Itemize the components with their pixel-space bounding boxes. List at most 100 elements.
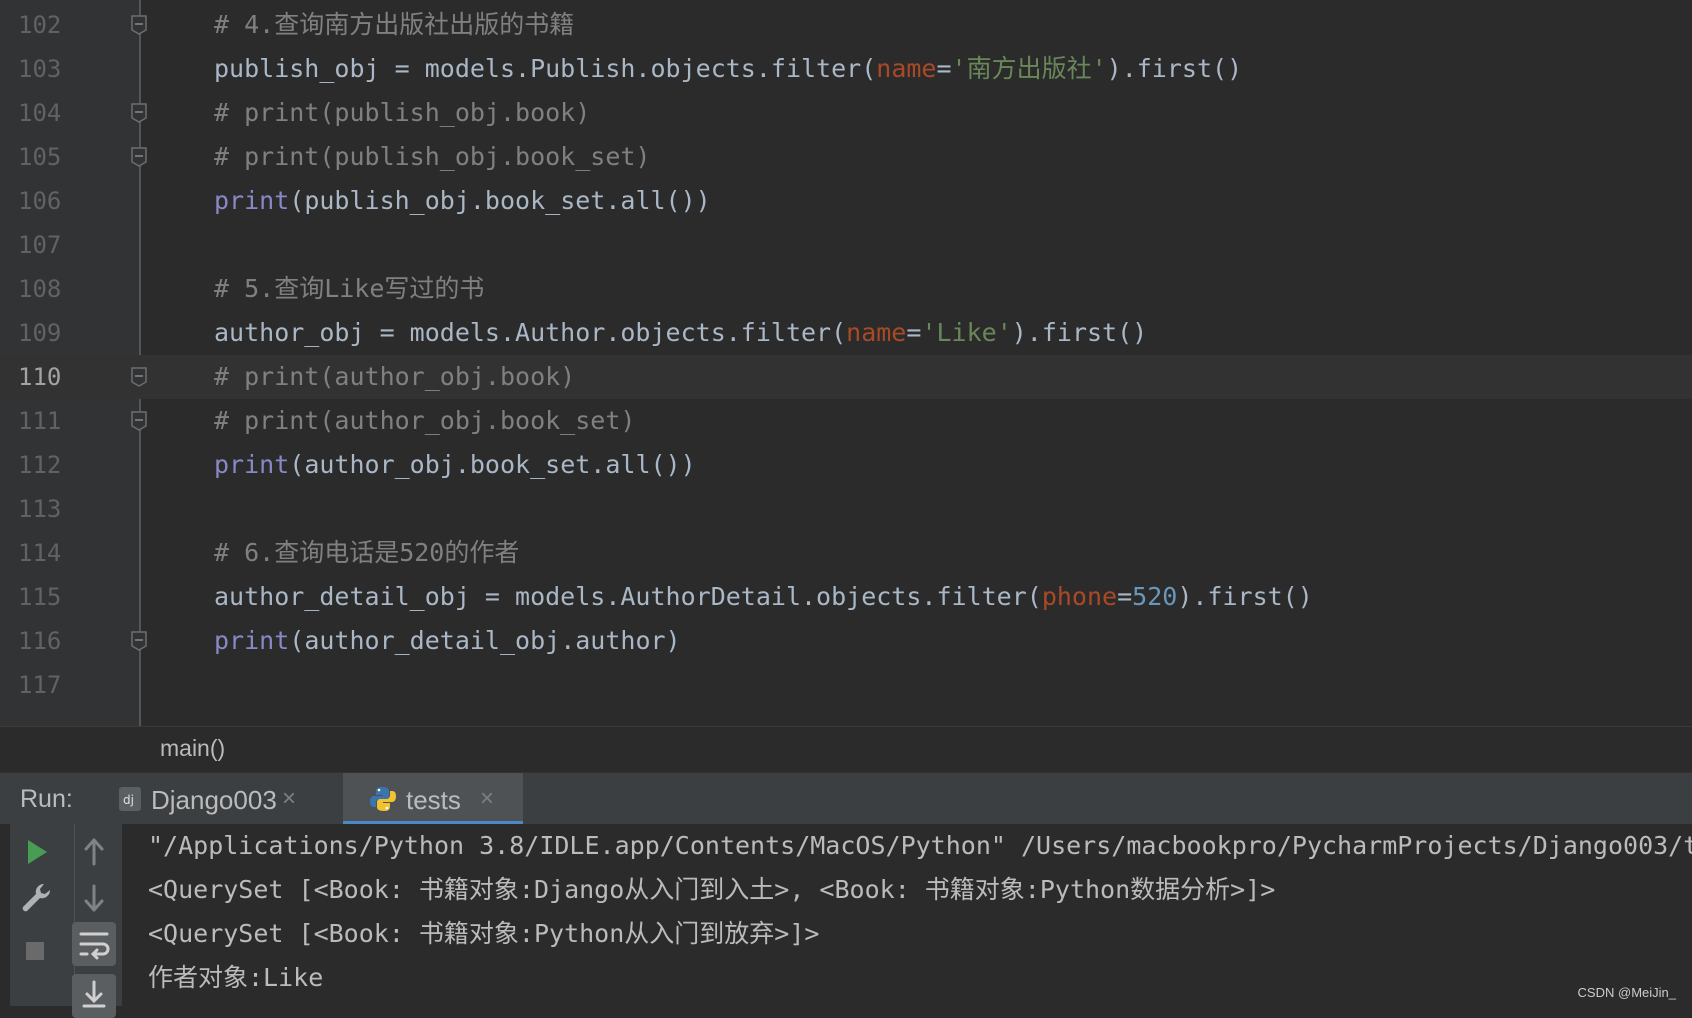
code-text: # print(publish_obj.book_set) [214, 135, 651, 179]
code-token: (author_detail_obj.author) [289, 626, 681, 655]
code-token: author_obj = models.Author.objects.filte… [214, 318, 847, 347]
code-token: = [1117, 582, 1133, 611]
code-token: name [876, 54, 937, 83]
code-token: publish_obj = models.Publish.objects.fil… [214, 54, 877, 83]
line-number: 106 [18, 187, 62, 215]
soft-wrap-icon[interactable] [72, 922, 116, 966]
code-line[interactable]: 106 print(publish_obj.book_set.all()) [0, 179, 1692, 223]
code-text: author_detail_obj = models.AuthorDetail.… [214, 575, 1313, 619]
code-token: author_detail_obj = models.AuthorDetail.… [214, 582, 1042, 611]
line-number: 116 [18, 627, 62, 655]
console-line: <QuerySet [<Book: 书籍对象:Django从入门到入土>, <B… [148, 875, 1276, 904]
arrow-up-icon[interactable] [72, 830, 116, 874]
python-icon [370, 787, 396, 811]
wrench-icon[interactable] [14, 876, 58, 920]
code-line[interactable]: 117 [0, 663, 1692, 707]
code-text: # 5.查询Like写过的书 [214, 267, 484, 311]
code-token: # 4.查询南方出版社出版的书籍 [214, 10, 575, 39]
line-number: 114 [18, 539, 62, 567]
code-token: phone [1041, 582, 1118, 611]
console-line: <QuerySet [<Book: 书籍对象:Python从入门到放弃>]> [148, 919, 820, 948]
fold-icon[interactable] [130, 630, 148, 652]
code-text: publish_obj = models.Publish.objects.fil… [214, 47, 1242, 91]
code-line[interactable]: 116 print(author_detail_obj.author) [0, 619, 1692, 663]
line-number: 117 [18, 671, 62, 699]
code-token: # print(publish_obj.book_set) [214, 142, 651, 171]
code-line[interactable]: 108 # 5.查询Like写过的书 [0, 267, 1692, 311]
tab-django003[interactable]: dj Django003 × [118, 773, 328, 825]
console-line: "/Applications/Python 3.8/IDLE.app/Conte… [148, 831, 1692, 860]
code-text: author_obj = models.Author.objects.filte… [214, 311, 1147, 355]
run-label: Run: [20, 785, 73, 813]
code-line[interactable]: 111 # print(author_obj.book_set) [0, 399, 1692, 443]
line-number: 102 [18, 11, 62, 39]
line-number: 110 [18, 363, 62, 391]
console-output[interactable]: "/Applications/Python 3.8/IDLE.app/Conte… [148, 824, 1692, 1006]
line-number: 103 [18, 55, 62, 83]
close-icon[interactable]: × [282, 785, 296, 813]
code-token: print [214, 626, 290, 655]
code-text: # 6.查询电话是520的作者 [214, 531, 519, 575]
fold-icon[interactable] [130, 14, 148, 36]
code-line[interactable]: 114 # 6.查询电话是520的作者 [0, 531, 1692, 575]
line-number: 113 [18, 495, 62, 523]
code-text: print(author_obj.book_set.all()) [214, 443, 696, 487]
code-line[interactable]: 107 [0, 223, 1692, 267]
rerun-icon[interactable] [14, 830, 58, 874]
tab-tests[interactable]: tests × [343, 773, 523, 825]
run-toolbar [10, 824, 122, 1018]
code-token: '南方出版社' [951, 54, 1107, 83]
fold-icon[interactable] [130, 146, 148, 168]
line-number: 115 [18, 583, 62, 611]
stop-icon[interactable] [14, 930, 58, 974]
code-token: = [906, 318, 922, 347]
code-token: 'Like' [921, 318, 1012, 347]
code-text: # print(author_obj.book) [214, 355, 575, 399]
scroll-to-end-icon[interactable] [72, 974, 116, 1018]
fold-icon[interactable] [130, 102, 148, 124]
line-number: 105 [18, 143, 62, 171]
code-token: ).first() [1106, 54, 1243, 83]
fold-icon[interactable] [130, 366, 148, 388]
tab-label-tests: tests [406, 785, 461, 815]
line-number: 107 [18, 231, 62, 259]
code-token: (publish_obj.book_set.all()) [289, 186, 711, 215]
watermark: CSDN @MeiJin_ [1577, 985, 1676, 1000]
run-tool-window-body: "/Applications/Python 3.8/IDLE.app/Conte… [0, 824, 1692, 1018]
fold-icon[interactable] [130, 410, 148, 432]
code-token: print [214, 186, 290, 215]
code-line[interactable]: 112 print(author_obj.book_set.all()) [0, 443, 1692, 487]
code-line[interactable]: 104 # print(publish_obj.book) [0, 91, 1692, 135]
code-token: 520 [1132, 582, 1178, 611]
code-text: # print(publish_obj.book) [214, 91, 590, 135]
line-number: 104 [18, 99, 62, 127]
code-token: ).first() [1177, 582, 1313, 611]
code-text: print(author_detail_obj.author) [214, 619, 681, 663]
code-token: # 5.查询Like写过的书 [214, 274, 485, 303]
code-line[interactable]: 113 [0, 487, 1692, 531]
line-number: 109 [18, 319, 62, 347]
code-text: # print(author_obj.book_set) [214, 399, 635, 443]
breadcrumb[interactable]: main() [0, 726, 1692, 773]
tab-label-django003: Django003 [151, 785, 277, 815]
code-line[interactable]: 115 author_detail_obj = models.AuthorDeta… [0, 575, 1692, 619]
code-token: # print(author_obj.book_set) [214, 406, 636, 435]
line-number: 108 [18, 275, 62, 303]
django-icon: dj [119, 787, 141, 811]
code-line[interactable]: 102 # 4.查询南方出版社出版的书籍 [0, 3, 1692, 47]
code-editor[interactable]: 102 # 4.查询南方出版社出版的书籍 103 publish_obj = mode… [0, 0, 1692, 726]
line-number: 111 [18, 407, 62, 435]
code-line[interactable]: 103 publish_obj = models.Publish.objects.… [0, 47, 1692, 91]
code-token: (author_obj.book_set.all()) [289, 450, 696, 479]
code-text: print(publish_obj.book_set.all()) [214, 179, 711, 223]
code-line[interactable]: 105 # print(publish_obj.book_set) [0, 135, 1692, 179]
breadcrumb-function[interactable]: main() [160, 735, 225, 762]
code-line[interactable]: 109 author_obj = models.Author.objects.fi… [0, 311, 1692, 355]
line-number: 112 [18, 451, 62, 479]
code-line[interactable]: 110 # print(author_obj.book) [0, 355, 1692, 399]
code-token: # print(publish_obj.book) [214, 98, 591, 127]
code-token: ).first() [1011, 318, 1148, 347]
arrow-down-icon[interactable] [72, 876, 116, 920]
code-token: print [214, 450, 290, 479]
close-icon[interactable]: × [480, 785, 494, 813]
